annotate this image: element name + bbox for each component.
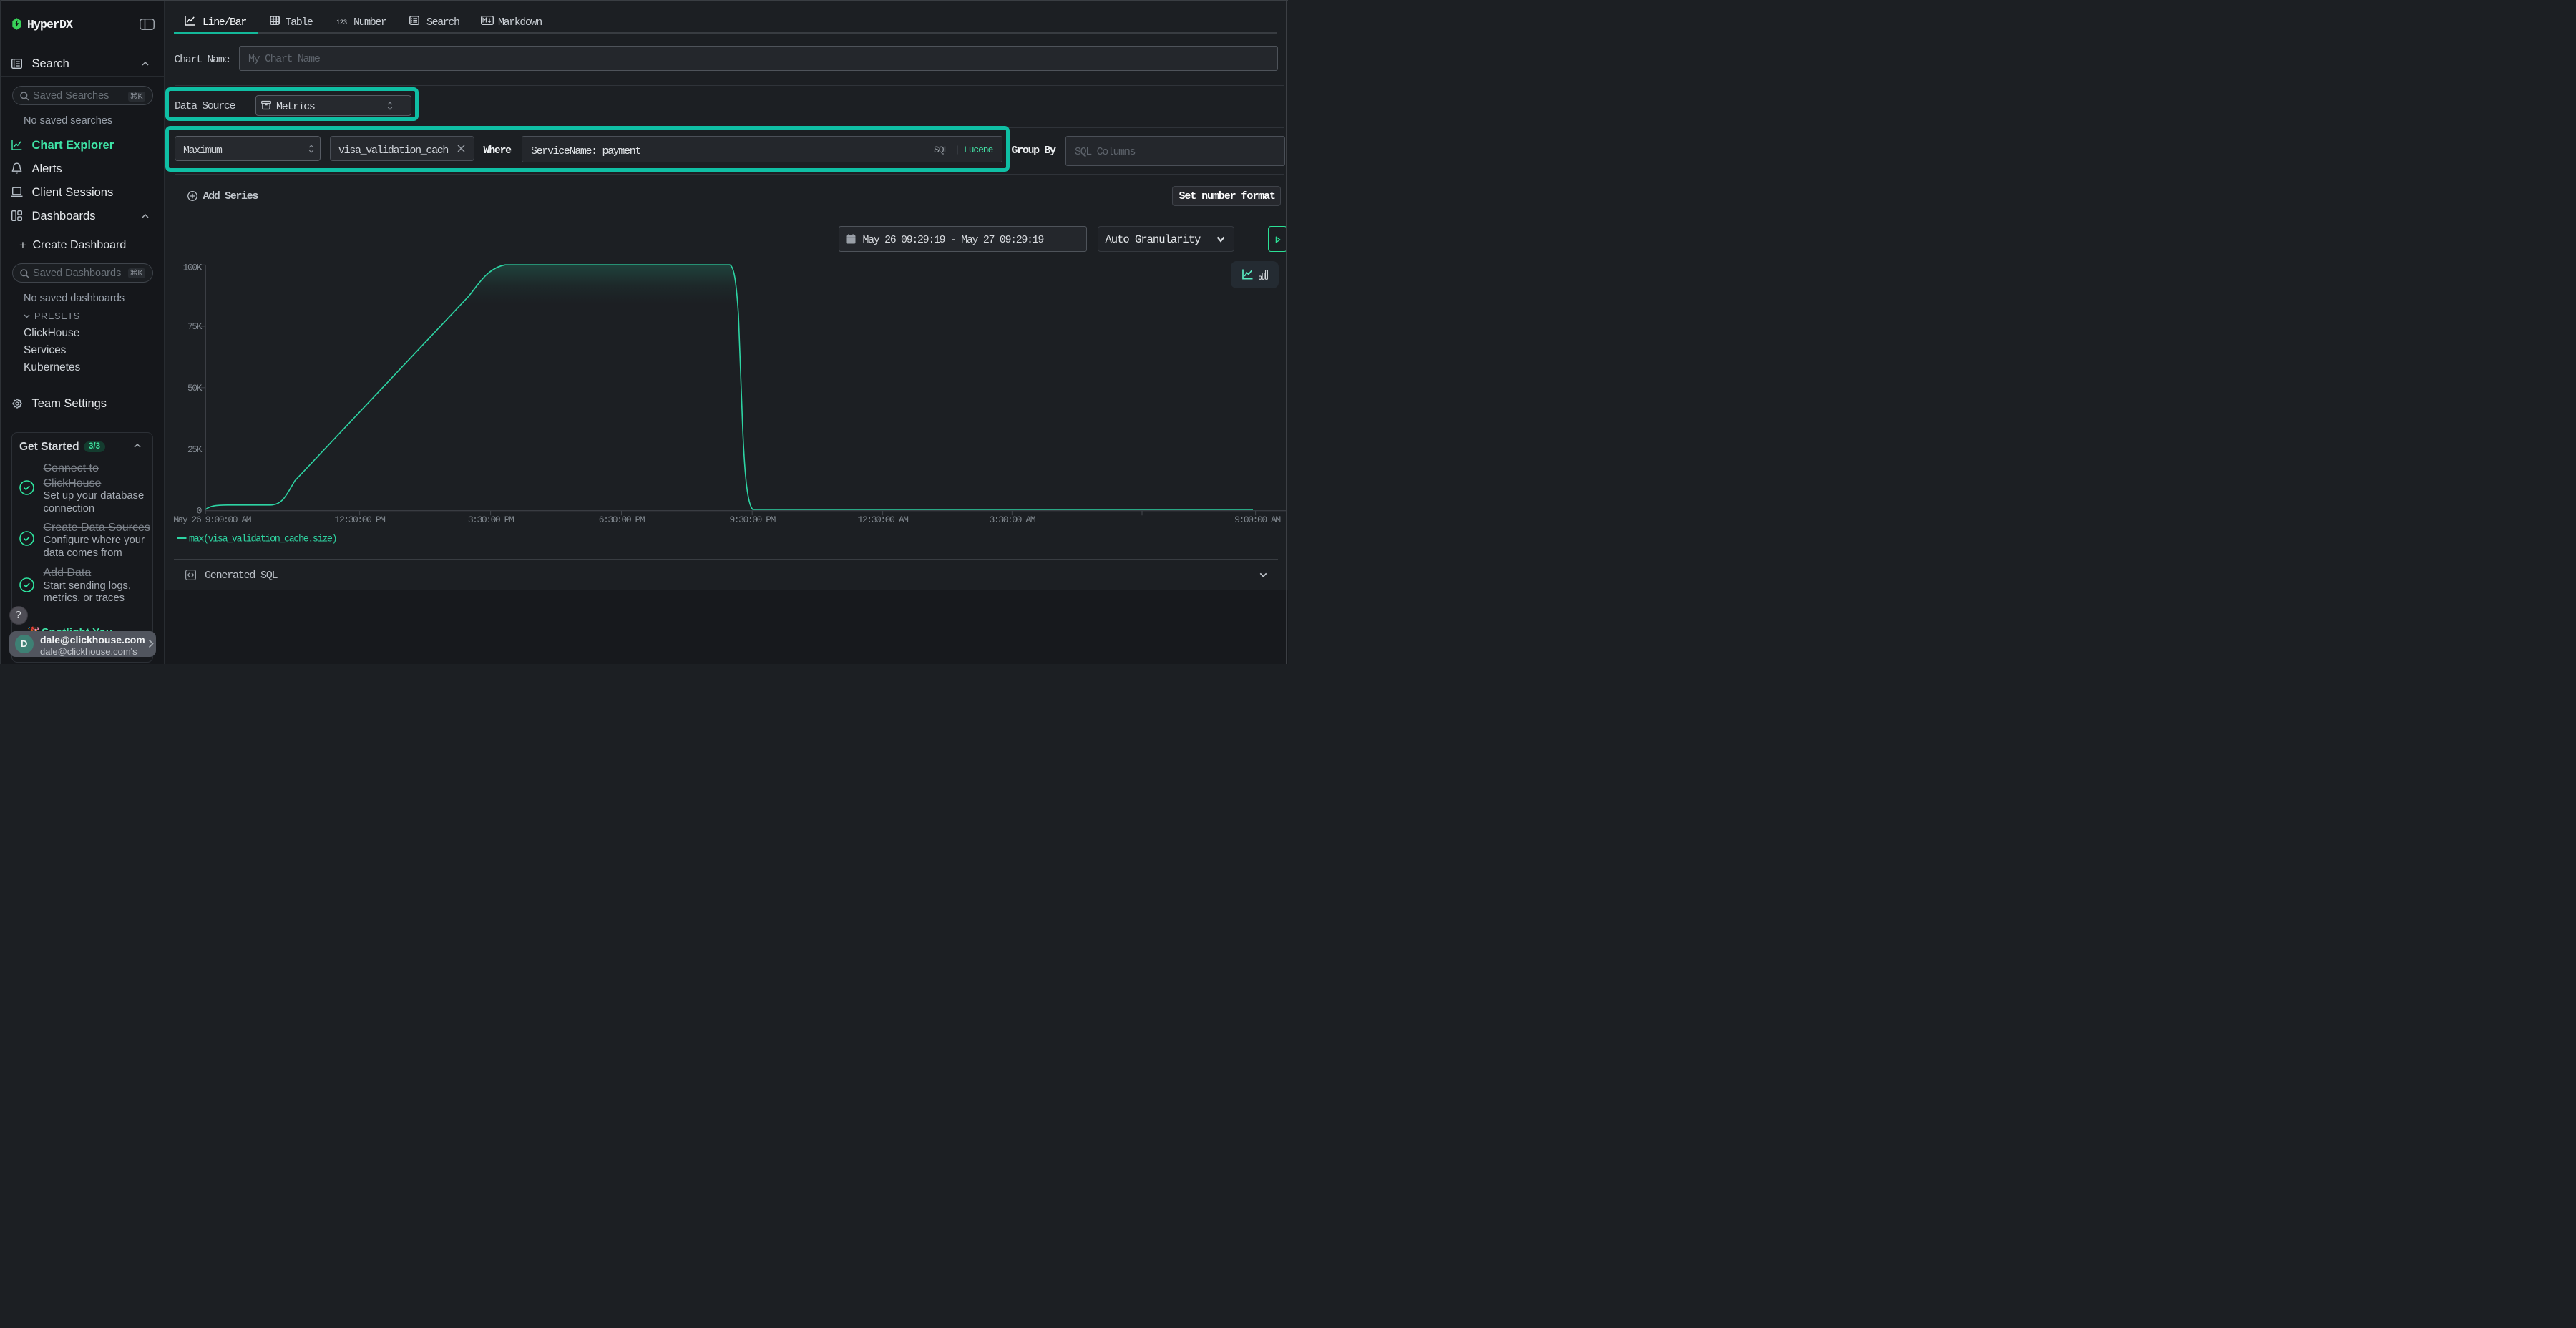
svg-text:May 26 9:00:00 AM: May 26 9:00:00 AM: [173, 514, 251, 525]
svg-text:12:30:00 PM: 12:30:00 PM: [335, 514, 386, 525]
svg-text:25K: 25K: [187, 444, 203, 455]
svg-text:6:30:00 PM: 6:30:00 PM: [599, 514, 645, 525]
svg-text:3:30:00 PM: 3:30:00 PM: [468, 514, 514, 525]
svg-text:max(visa_validation_cache.size: max(visa_validation_cache.size): [189, 534, 336, 545]
svg-text:75K: 75K: [187, 321, 203, 332]
svg-text:100K: 100K: [183, 262, 203, 273]
svg-text:12:30:00 AM: 12:30:00 AM: [858, 514, 909, 525]
svg-text:3:30:00 AM: 3:30:00 AM: [990, 514, 1035, 525]
svg-text:9:30:00 PM: 9:30:00 PM: [729, 514, 775, 525]
svg-text:50K: 50K: [187, 383, 203, 394]
svg-text:9:00:00 AM: 9:00:00 AM: [1234, 514, 1280, 525]
